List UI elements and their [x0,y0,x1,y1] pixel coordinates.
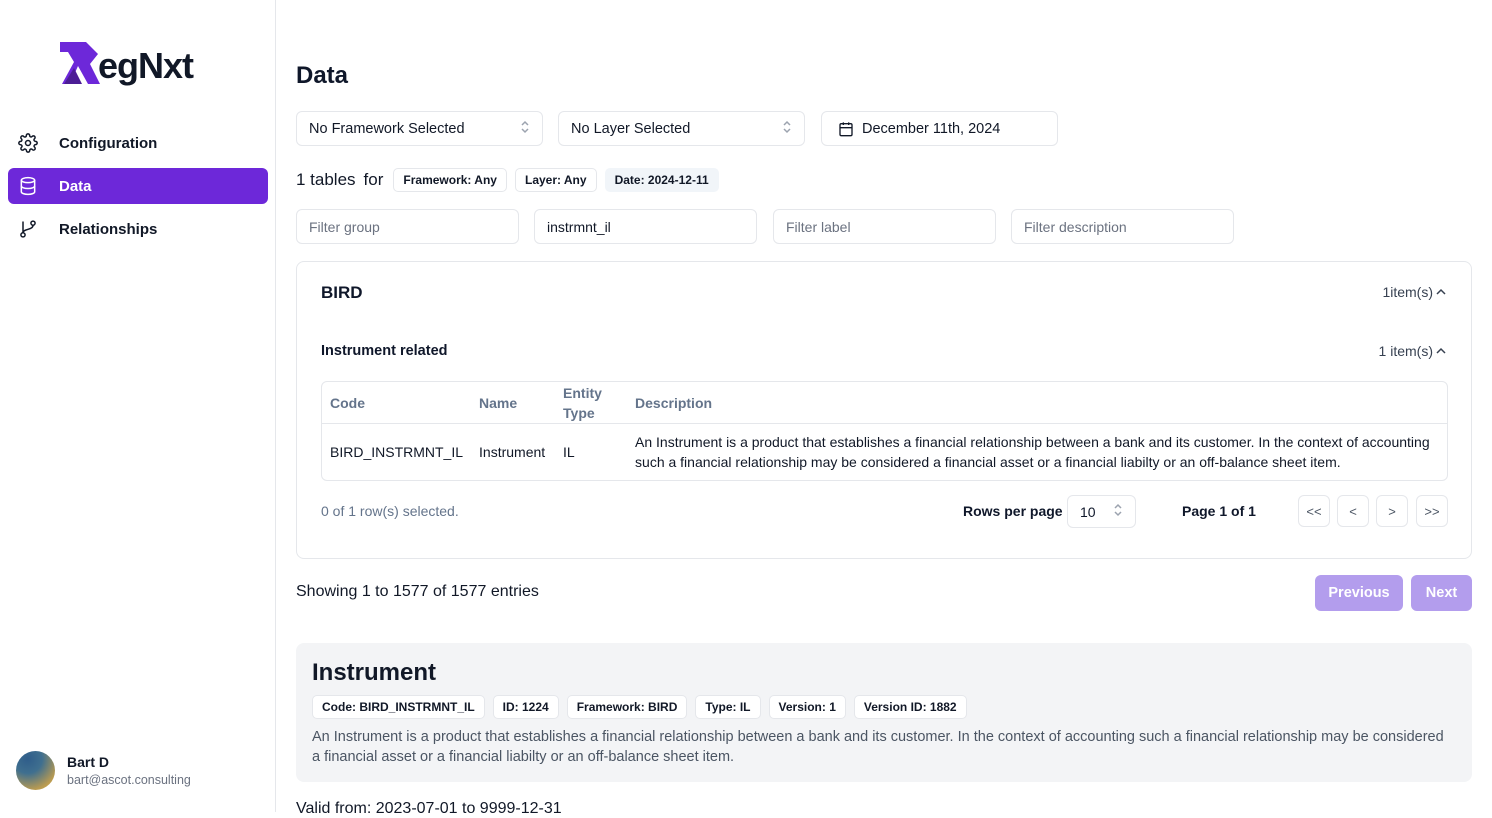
header-code[interactable]: Code [322,382,472,424]
validity-range: Valid from: 2023-07-01 to 9999-12-31 [296,800,562,817]
framework-select[interactable]: No Framework Selected [296,111,543,146]
sidebar-nav: Configuration Data Relationships [8,125,268,254]
data-table: Code Name Entity Type Description BIRD_I… [321,381,1448,481]
selection-info: 0 of 1 row(s) selected. [321,503,459,519]
detail-title: Instrument [312,659,437,686]
cell-name: Instrument [479,444,546,460]
date-badge: Date: 2024-12-11 [604,168,719,192]
gear-icon [18,133,38,153]
user-profile[interactable]: Bart D bart@ascot.consulting [16,751,191,790]
user-email: bart@ascot.consulting [67,773,191,787]
rows-per-page-select[interactable]: 10 [1067,495,1136,528]
chevrons-up-down-icon [520,120,530,137]
chevrons-up-down-icon [782,120,792,137]
chevron-up-icon [1435,286,1447,298]
database-icon [18,176,38,196]
framework-badge: Framework: Any [393,168,507,192]
code-badge: Code: BIRD_INSTRMNT_IL [312,695,485,719]
detail-badges: Code: BIRD_INSTRMNT_IL ID: 1224 Framewor… [312,695,1456,719]
filter-description-input[interactable] [1011,209,1234,244]
date-picker[interactable]: December 11th, 2024 [821,111,1058,146]
regnxt-logo[interactable]: egNxt [60,40,194,86]
sidebar-item-configuration[interactable]: Configuration [8,125,268,161]
header-entity-type-label: Entity Type [563,384,602,421]
header-entity-type[interactable]: Entity Type [555,382,628,424]
last-page-button[interactable]: >> [1416,495,1448,527]
logo-text: egNxt [98,45,194,86]
group-title: BIRD [321,283,363,302]
sidebar-item-label: Relationships [59,220,158,238]
sidebar-item-relationships[interactable]: Relationships [8,211,268,247]
subgroup-collapse-toggle[interactable]: 1 item(s) [1379,343,1447,359]
git-branch-icon [18,219,38,239]
page-title: Data [296,62,349,89]
table-row[interactable]: BIRD_INSTRMNT_IL Instrument IL An Instru… [322,424,1447,480]
version-id-badge: Version ID: 1882 [853,695,967,719]
header-name[interactable]: Name [471,382,556,424]
filter-code-input[interactable] [534,209,757,244]
cell-entity-type: IL [563,444,575,460]
subgroup-title: Instrument related [321,343,448,359]
type-badge: Type: IL [695,695,761,719]
group-collapse-toggle[interactable]: 1item(s) [1382,284,1447,300]
framework-badge: Framework: BIRD [566,695,688,719]
layer-select-value: No Layer Selected [571,120,691,137]
version-badge: Version: 1 [768,695,846,719]
id-badge: ID: 1224 [492,695,559,719]
next-button[interactable]: Next [1411,575,1472,611]
rows-per-page-value: 10 [1080,503,1096,520]
filter-label-input[interactable] [773,209,996,244]
next-page-button[interactable]: > [1376,495,1408,527]
calendar-icon [838,121,854,137]
chevrons-up-down-icon [1113,503,1123,520]
sidebar: egNxt Configuration Data Relationships B… [0,0,276,812]
main-content: Data No Framework Selected No Layer Sele… [296,0,1472,817]
layer-select[interactable]: No Layer Selected [558,111,805,146]
table-summary: 1 tables for Framework: Any Layer: Any D… [296,168,727,192]
framework-select-value: No Framework Selected [309,120,465,137]
sidebar-item-label: Data [59,177,92,195]
table-header-row: Code Name Entity Type Description [322,382,1447,424]
user-name: Bart D [67,754,110,770]
sidebar-item-label: Configuration [59,134,158,152]
summary-for: for [363,170,384,189]
header-description[interactable]: Description [627,382,1447,424]
cell-code: BIRD_INSTRMNT_IL [330,444,464,460]
group-count: 1item(s) [1382,284,1433,300]
avatar [16,751,55,790]
tables-count: 1 tables [296,170,356,189]
sidebar-item-data[interactable]: Data [8,168,268,204]
group-card: BIRD 1item(s) Instrument related 1 item(… [296,261,1472,559]
prev-page-button[interactable]: < [1337,495,1369,527]
subgroup-count: 1 item(s) [1378,343,1433,359]
chevron-up-icon [1435,345,1447,357]
filter-group-input[interactable] [296,209,519,244]
previous-button[interactable]: Previous [1315,575,1403,611]
layer-badge: Layer: Any [514,168,597,192]
cell-description: An Instrument is a product that establis… [635,434,1430,470]
detail-panel: Instrument Code: BIRD_INSTRMNT_IL ID: 12… [296,643,1472,782]
date-picker-value: December 11th, 2024 [862,120,1001,137]
first-page-button[interactable]: << [1298,495,1330,527]
entries-info: Showing 1 to 1577 of 1577 entries [296,583,539,600]
page-indicator: Page 1 of 1 [1182,503,1256,519]
rows-per-page-label: Rows per page [963,503,1063,519]
detail-description: An Instrument is a product that establis… [312,729,1444,765]
